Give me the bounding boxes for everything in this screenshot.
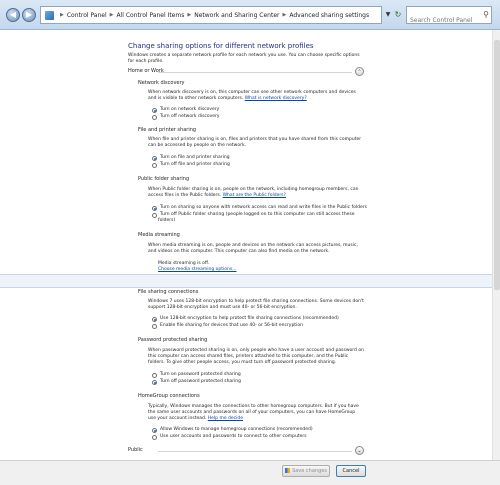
homegroup-user-accounts-option[interactable]: Use user accounts and passwords to conne… (152, 434, 307, 440)
encryption-128-option[interactable]: Use 128-bit encryption to help protect f… (152, 316, 339, 322)
search-input[interactable] (407, 12, 479, 29)
page-title: Change sharing options for different net… (128, 42, 314, 50)
option-label: Turn on file and printer sharing (160, 155, 230, 160)
radio-checked[interactable] (152, 379, 157, 385)
homegroup-connections-title: HomeGroup connections (138, 393, 200, 399)
option-label: Turn off password protected sharing (160, 379, 241, 384)
password-sharing-off-option[interactable]: Turn off password protected sharing (152, 379, 241, 385)
refresh-icon[interactable]: ↻ (392, 6, 404, 24)
radio-unchecked[interactable] (152, 372, 157, 378)
option-label: Turn off file and printer sharing (160, 162, 230, 167)
radio-unchecked[interactable] (152, 323, 157, 329)
back-button[interactable]: ◀ (6, 8, 20, 22)
save-changes-label: Save changes (292, 468, 327, 474)
profile-public-header[interactable]: Public ⌄ (128, 446, 364, 457)
radio-checked[interactable] (152, 205, 157, 211)
media-streaming-options-link[interactable]: Choose media streaming options... (158, 267, 237, 273)
footer-bar (0, 460, 500, 485)
radio-checked[interactable] (152, 107, 157, 113)
option-label: Allow Windows to manage homegroup connec… (160, 427, 313, 432)
breadcrumb-control-panel[interactable]: Control Panel (67, 12, 107, 19)
public-folders-help-link[interactable]: What are the Public folders? (223, 193, 286, 198)
radio-checked[interactable] (152, 155, 157, 161)
homegroup-help-link[interactable]: Help me decide (208, 416, 243, 421)
public-folder-sharing-desc: When Public folder sharing is on, people… (148, 187, 364, 199)
divider (158, 451, 352, 452)
public-folder-on-option[interactable]: Turn on sharing so anyone with network a… (152, 205, 367, 211)
option-label: Use user accounts and passwords to conne… (160, 434, 307, 439)
profile-public-label: Public (128, 447, 143, 453)
divider (0, 274, 500, 288)
option-label: Turn off Public folder sharing (people l… (160, 212, 355, 217)
address-dropdown-icon[interactable]: ▼ (384, 6, 392, 24)
public-folder-sharing-title: Public folder sharing (138, 176, 190, 182)
file-printer-sharing-title: File and printer sharing (138, 127, 197, 133)
search-box[interactable]: ⚲ (406, 6, 492, 29)
radio-checked[interactable] (152, 316, 157, 322)
cancel-button[interactable]: Cancel (336, 465, 366, 477)
search-icon[interactable]: ⚲ (483, 10, 489, 19)
uac-shield-icon (285, 468, 291, 473)
option-label: Turn on password protected sharing (160, 372, 241, 377)
password-sharing-on-option[interactable]: Turn on password protected sharing (152, 372, 241, 378)
password-sharing-desc: When password protected sharing is on, o… (148, 348, 364, 365)
radio-unchecked[interactable] (152, 114, 157, 120)
encryption-40-56-option[interactable]: Enable file sharing for devices that use… (152, 323, 303, 329)
breadcrumb-arrow-icon[interactable]: ▶ (187, 12, 191, 18)
homegroup-connections-desc: Typically, Windows manages the connectio… (148, 404, 364, 422)
breadcrumb-arrow-icon[interactable]: ▶ (60, 12, 64, 18)
chevron-down-icon[interactable]: ⌄ (355, 446, 364, 455)
chevron-up-icon[interactable]: ⌃ (355, 67, 364, 76)
save-changes-button[interactable]: Save changes (282, 465, 330, 477)
network-discovery-help-link[interactable]: What is network discovery? (245, 96, 307, 101)
control-panel-icon (45, 10, 54, 20)
file-sharing-connections-desc: Windows 7 uses 128-bit encryption to hel… (148, 299, 364, 310)
network-discovery-desc: When network discovery is on, this compu… (148, 90, 364, 102)
media-streaming-title: Media streaming (138, 232, 180, 238)
password-sharing-title: Password protected sharing (138, 337, 208, 343)
option-label: Enable file sharing for devices that use… (160, 323, 303, 328)
scrollbar-thumb[interactable] (494, 40, 500, 290)
vertical-scrollbar[interactable] (492, 30, 500, 480)
radio-unchecked[interactable] (152, 162, 157, 168)
page-intro: Windows creates a separate network profi… (128, 53, 360, 64)
option-label: Turn on sharing so anyone with network a… (160, 205, 367, 210)
breadcrumb-advanced-sharing[interactable]: Advanced sharing settings (289, 12, 369, 19)
profile-home-work-label: Home or Work (128, 68, 164, 74)
option-label: Turn on network discovery (160, 107, 220, 112)
address-field[interactable]: ▶ Control Panel ▶ All Control Panel Item… (40, 6, 382, 24)
homegroup-allow-windows-option[interactable]: Allow Windows to manage homegroup connec… (152, 427, 313, 433)
media-streaming-desc: When media streaming is on, people and d… (148, 243, 358, 254)
public-folder-off-option[interactable]: Turn off Public folder sharing (people l… (152, 212, 355, 218)
file-printer-sharing-desc: When file and printer sharing is on, fil… (148, 137, 362, 148)
network-discovery-title: Network discovery (138, 80, 185, 86)
option-label-continued: folders) (158, 218, 176, 223)
homegroup-desc-text: Typically, Windows manages the connectio… (148, 404, 359, 421)
file-sharing-connections-title: File sharing connections (138, 289, 199, 295)
breadcrumb-network-sharing-center[interactable]: Network and Sharing Center (194, 12, 279, 19)
breadcrumb-arrow-icon[interactable]: ▶ (110, 12, 114, 18)
network-discovery-off-option[interactable]: Turn off network discovery (152, 114, 220, 120)
breadcrumb-all-items[interactable]: All Control Panel Items (117, 12, 185, 19)
radio-unchecked[interactable] (152, 212, 157, 218)
profile-home-work-header[interactable]: Home or Work ⌃ (128, 67, 364, 78)
option-label: Use 128-bit encryption to help protect f… (160, 316, 339, 321)
network-discovery-on-option[interactable]: Turn on network discovery (152, 107, 219, 113)
radio-unchecked[interactable] (152, 434, 157, 440)
forward-button[interactable]: ▶ (22, 8, 36, 22)
file-printer-off-option[interactable]: Turn off file and printer sharing (152, 162, 230, 168)
breadcrumb-arrow-icon[interactable]: ▶ (283, 12, 287, 18)
option-label: Turn off network discovery (160, 114, 220, 119)
file-printer-on-option[interactable]: Turn on file and printer sharing (152, 155, 230, 161)
divider (158, 72, 352, 73)
radio-checked[interactable] (152, 427, 157, 433)
address-bar: ◀ ▶ ▶ Control Panel ▶ All Control Panel … (0, 0, 500, 30)
